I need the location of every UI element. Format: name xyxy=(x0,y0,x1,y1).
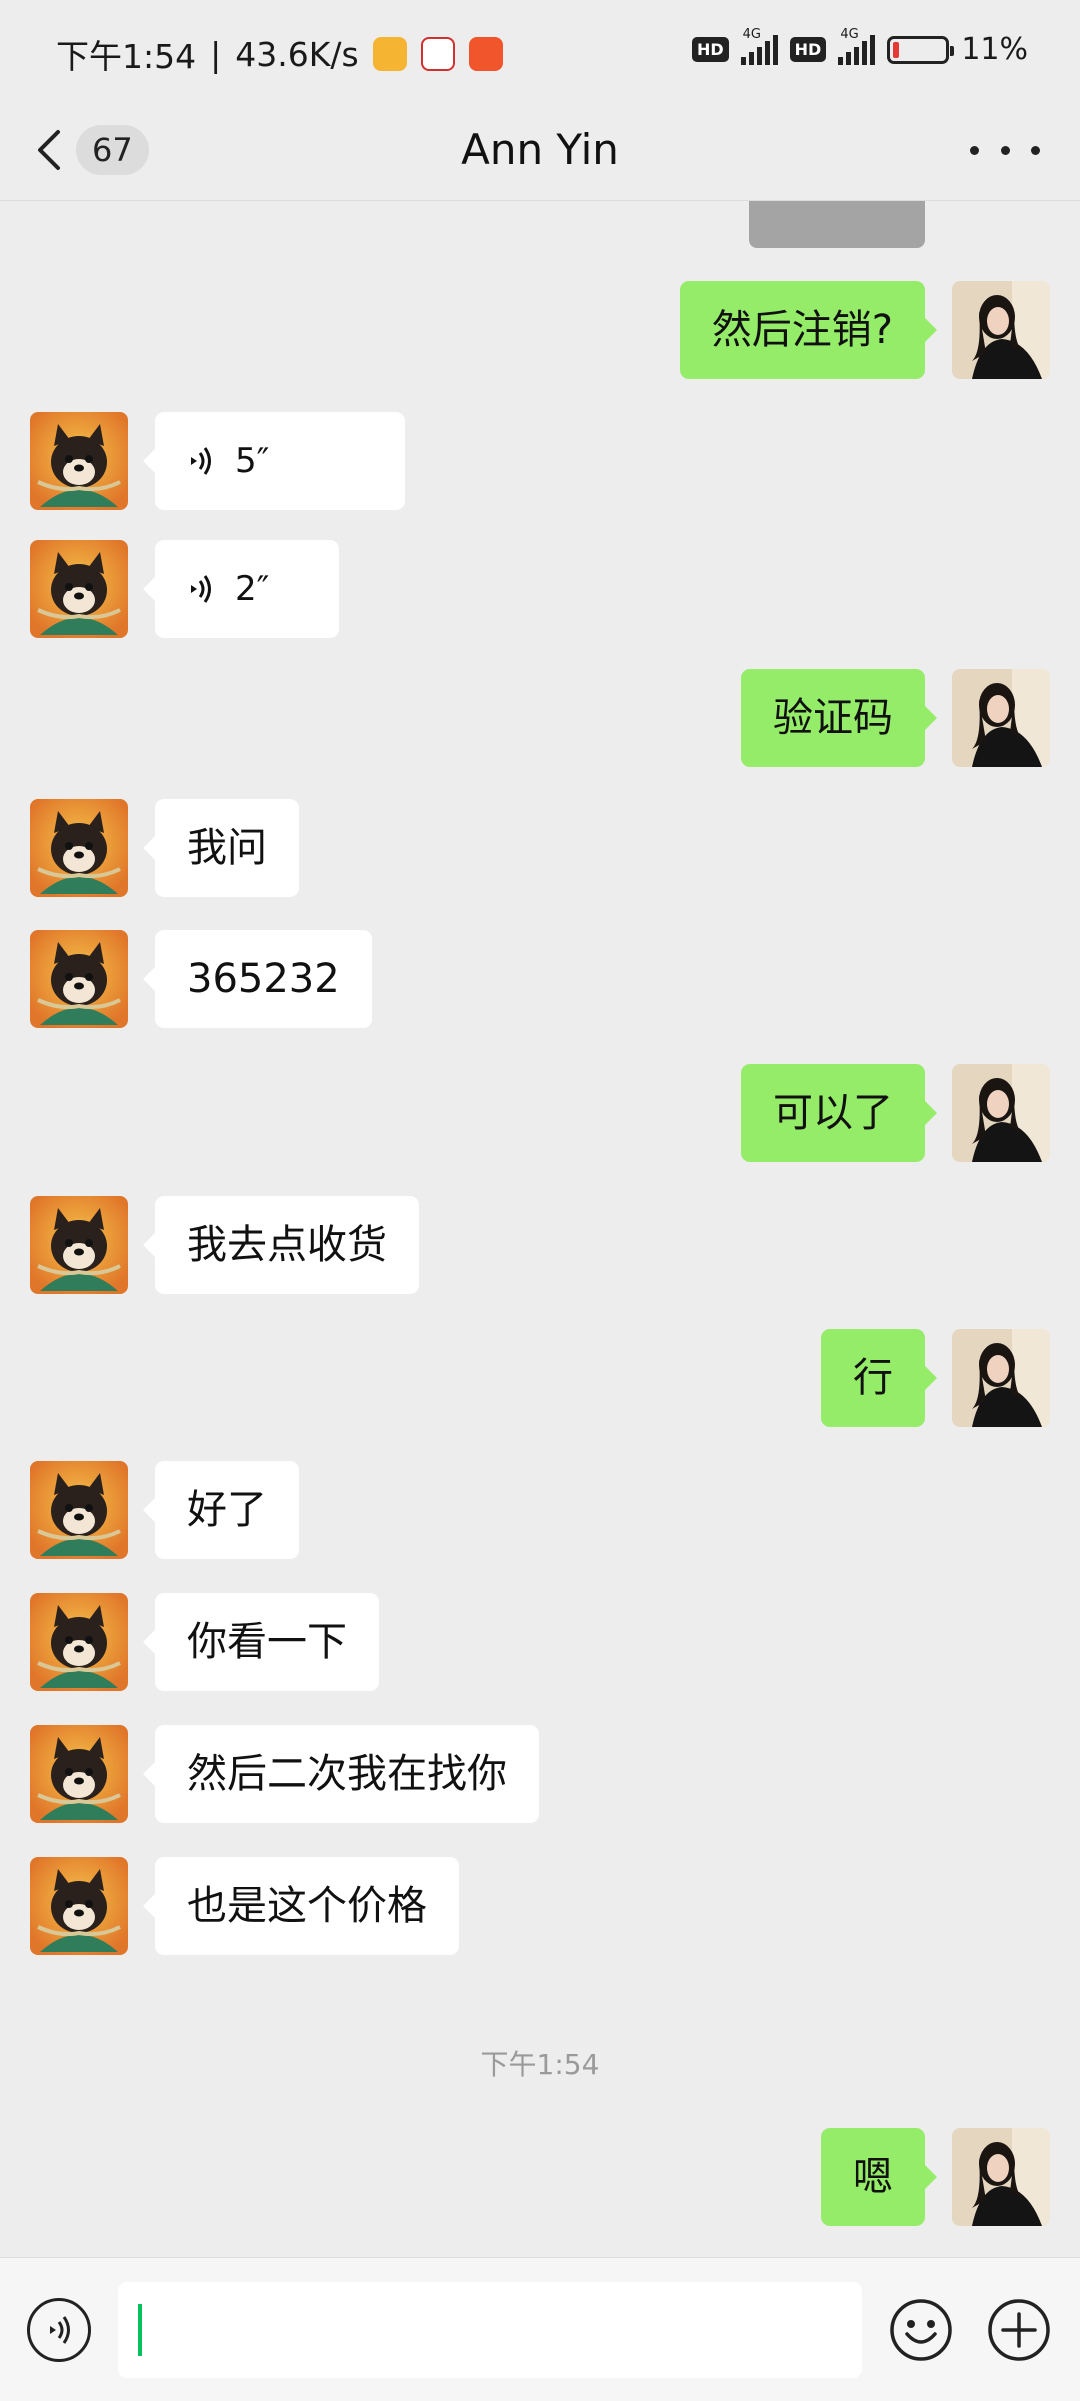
contact-avatar[interactable] xyxy=(30,1461,128,1559)
contact-avatar[interactable] xyxy=(30,540,128,638)
notes-app-icon xyxy=(372,37,407,71)
more-button[interactable] xyxy=(970,128,1040,172)
send-app-icon xyxy=(468,37,503,71)
emoji-button[interactable] xyxy=(889,2298,953,2362)
status-bar-right: HD 4G HD 4G 11% xyxy=(691,27,1028,67)
message-bubble[interactable]: 行 xyxy=(821,1329,937,1427)
voice-input-button[interactable] xyxy=(27,2298,91,2362)
contact-avatar[interactable] xyxy=(30,1725,128,1823)
message-bubble[interactable]: 也是这个价格 xyxy=(143,1857,459,1955)
chat-header: 67 Ann Yin xyxy=(0,100,1080,201)
text-caret xyxy=(138,2304,142,2356)
battery-level xyxy=(893,41,900,58)
my-avatar[interactable] xyxy=(952,2128,1050,2226)
message-text: 你看一下 xyxy=(187,1619,347,1665)
message-bubble[interactable]: 好了 xyxy=(143,1461,299,1559)
hd-badge-2: HD xyxy=(789,37,827,62)
status-divider: | xyxy=(210,34,222,74)
voice-waves-icon xyxy=(191,575,211,603)
signal-icon-2: 4G xyxy=(838,27,876,65)
message-text: 嗯 xyxy=(853,2154,893,2200)
my-avatar[interactable] xyxy=(952,1064,1050,1162)
shopping-app-icon xyxy=(420,37,455,71)
message-bubble[interactable]: 然后注销? xyxy=(679,281,938,379)
status-time: 下午1:54 xyxy=(56,37,197,76)
message-text: 然后注销? xyxy=(711,307,893,353)
message-text: 可以了 xyxy=(773,1090,893,1136)
voice-duration: 2″ xyxy=(235,569,270,609)
message-bubble[interactable]: 你看一下 xyxy=(143,1593,379,1691)
message-text: 也是这个价格 xyxy=(187,1883,427,1929)
status-bar-left: 下午1:54 | 43.6K/s xyxy=(56,30,503,78)
network-speed: 43.6K/s xyxy=(235,34,359,74)
message-text: 验证码 xyxy=(773,695,893,741)
message-text: 然后二次我在找你 xyxy=(187,1751,507,1797)
contact-avatar[interactable] xyxy=(30,1196,128,1294)
battery-percent: 11% xyxy=(961,32,1028,67)
status-bar: 下午1:54 | 43.6K/s HD 4G HD 4G 11% xyxy=(0,0,1080,100)
message-timestamp: 下午1:54 xyxy=(480,2048,600,2081)
message-bubble[interactable]: 可以了 xyxy=(741,1064,937,1162)
network-type-1: 4G xyxy=(742,26,761,42)
network-type-2: 4G xyxy=(840,26,859,42)
message-bubble[interactable]: 我去点收货 xyxy=(143,1196,419,1294)
more-dots-icon xyxy=(970,145,979,155)
contact-avatar[interactable] xyxy=(30,1593,128,1691)
battery-icon xyxy=(887,35,955,64)
plus-button[interactable] xyxy=(987,2298,1051,2362)
voice-waves-icon xyxy=(50,2316,70,2344)
message-text: 行 xyxy=(853,1355,893,1401)
my-avatar[interactable] xyxy=(952,281,1050,379)
message-text: 365232 xyxy=(187,956,340,1002)
contact-avatar[interactable] xyxy=(30,930,128,1028)
voice-message-bubble[interactable]: 2″ xyxy=(143,540,339,638)
input-bar xyxy=(0,2257,1080,2401)
contact-avatar[interactable] xyxy=(30,412,128,510)
message-bubble[interactable]: 验证码 xyxy=(741,669,937,767)
chat-title: Ann Yin xyxy=(461,125,619,174)
message-bubble[interactable]: 365232 xyxy=(143,930,372,1028)
message-bubble[interactable]: 我问 xyxy=(143,799,299,897)
signal-icon-1: 4G xyxy=(740,27,778,65)
voice-waves-icon xyxy=(191,447,211,475)
message-bubble[interactable]: 嗯 xyxy=(821,2128,937,2226)
contact-avatar[interactable] xyxy=(30,799,128,897)
hd-badge-1: HD xyxy=(691,37,729,62)
my-avatar[interactable] xyxy=(952,669,1050,767)
voice-message-bubble[interactable]: 5″ xyxy=(143,412,405,510)
partial-image-message[interactable] xyxy=(749,201,925,248)
my-avatar[interactable] xyxy=(952,1329,1050,1427)
message-text: 好了 xyxy=(187,1487,267,1533)
message-bubble[interactable]: 然后二次我在找你 xyxy=(143,1725,539,1823)
message-text: 我问 xyxy=(187,825,267,871)
voice-duration: 5″ xyxy=(235,441,270,481)
contact-avatar[interactable] xyxy=(30,1857,128,1955)
message-input[interactable] xyxy=(118,2282,862,2378)
message-list[interactable]: 然后注销? 5″ 2″ 验证码我问 365232 可以了我去点收货行好了你看一下然后二次我… xyxy=(0,201,1080,2257)
message-text: 我去点收货 xyxy=(187,1222,387,1268)
